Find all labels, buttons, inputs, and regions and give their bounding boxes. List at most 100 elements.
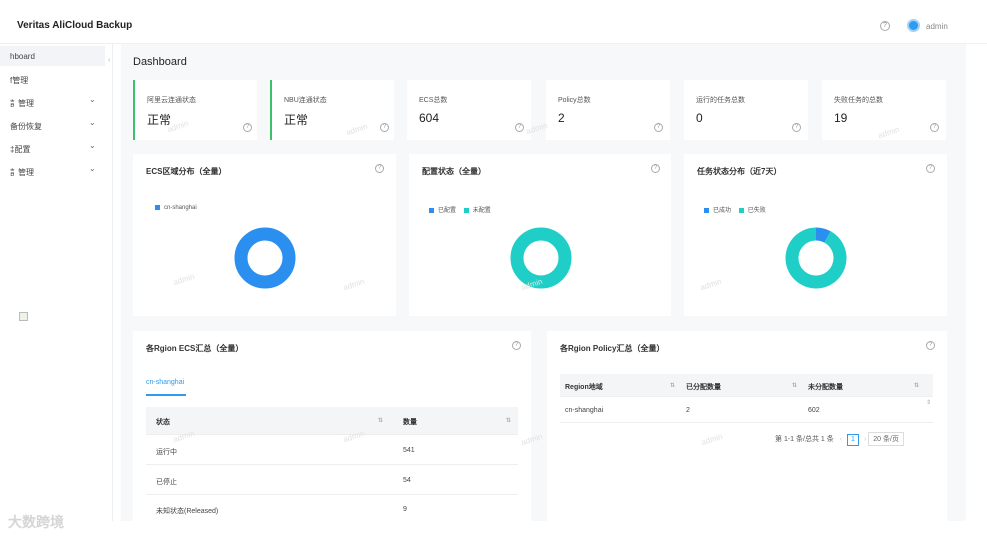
legend-item[interactable]: 已成功 bbox=[704, 207, 732, 214]
chevron-down-icon: ⌄ bbox=[89, 164, 96, 173]
sort-icon[interactable]: ⇅ bbox=[792, 382, 797, 389]
sidebar-item-3[interactable]: 訁管理 ⌄ bbox=[0, 92, 105, 112]
sort-icon[interactable]: ⇅ bbox=[378, 417, 383, 424]
cell-count: 54 bbox=[403, 477, 411, 484]
help-icon[interactable]: ? bbox=[926, 164, 935, 173]
panel-ecs-summary: 各Rgion ECS汇总（全量） ? cn-shanghai 状态 ⇅ 数量 ⇅… bbox=[133, 331, 531, 521]
stat-label: 运行的任务总数 bbox=[696, 97, 745, 104]
legend-item[interactable]: cn-shanghai bbox=[155, 205, 197, 211]
sidebar-item-label: 訁管理 bbox=[10, 99, 34, 108]
chart-legend: 已成功 已失败 bbox=[704, 205, 772, 214]
avatar[interactable] bbox=[907, 19, 920, 32]
help-icon[interactable]: ? bbox=[380, 123, 389, 132]
donut-ecs-region bbox=[234, 227, 296, 289]
help-icon[interactable]: ? bbox=[792, 123, 801, 132]
stat-label: 失败任务的总数 bbox=[834, 97, 883, 104]
help-icon[interactable]: ? bbox=[651, 164, 660, 173]
stat-value: 2 bbox=[558, 111, 565, 125]
stat-card-aliyun-status: 阿里云连通状态 正常 ? bbox=[133, 80, 257, 140]
cell-count: 541 bbox=[403, 447, 415, 454]
page-title: Dashboard bbox=[133, 56, 187, 68]
panel-title: 任务状态分布（近7天） bbox=[697, 167, 782, 176]
sidebar-item-dashboard[interactable]: hboard bbox=[0, 46, 105, 66]
sidebar-item-config[interactable]: ‡配置 ⌄ bbox=[0, 138, 105, 158]
sidebar-item-backup-restore[interactable]: 备份恢复 ⌄ bbox=[0, 115, 105, 135]
user-name[interactable]: admin bbox=[926, 22, 948, 31]
column-header[interactable]: 数量 bbox=[403, 417, 417, 427]
legend-swatch bbox=[429, 207, 434, 213]
sidebar-item-2[interactable]: f管理 bbox=[0, 69, 105, 89]
stat-value: 正常 bbox=[147, 113, 172, 127]
prev-page-icon[interactable]: ‹ bbox=[840, 436, 842, 443]
scrollbar[interactable]: ⇕ bbox=[926, 399, 931, 406]
help-icon[interactable]: ? bbox=[880, 21, 890, 31]
sidebar-item-label: 訁管理 bbox=[10, 168, 34, 177]
donut-task-status bbox=[785, 227, 847, 289]
sidebar-item-6[interactable]: 訁管理 ⌄ bbox=[0, 161, 105, 181]
table-row: 已停止 54 bbox=[146, 465, 518, 495]
legend-label: cn-shanghai bbox=[164, 205, 197, 212]
tab-cn-shanghai[interactable]: cn-shanghai bbox=[146, 379, 184, 386]
chart-legend: 已配置 未配置 bbox=[429, 205, 497, 214]
collapse-sidebar-icon[interactable]: ‹ bbox=[108, 55, 111, 64]
page-size-select[interactable]: 20 条/页 bbox=[868, 432, 904, 446]
stat-card-failed-tasks: 失败任务的总数 19 ? bbox=[822, 80, 946, 140]
help-icon[interactable]: ? bbox=[654, 123, 663, 132]
donut-slice-已成功[interactable] bbox=[815, 227, 831, 243]
column-header[interactable]: 已分配数量 bbox=[686, 382, 721, 392]
sort-icon[interactable]: ⇅ bbox=[670, 382, 675, 389]
stat-card-policy-total: Policy总数 2 ? bbox=[546, 80, 670, 140]
legend-label: 已成功 bbox=[713, 208, 732, 214]
sort-icon[interactable]: ⇅ bbox=[506, 417, 511, 424]
legend-item[interactable]: 已配置 bbox=[429, 207, 457, 214]
cell-status: 运行中 bbox=[156, 449, 177, 456]
panel-title: 各Rgion Policy汇总（全量） bbox=[560, 344, 665, 353]
chevron-down-icon: ⌄ bbox=[89, 118, 96, 127]
sidebar-item-label: hboard bbox=[10, 52, 35, 61]
help-icon[interactable]: ? bbox=[243, 123, 252, 132]
sidebar-item-label: 备份恢复 bbox=[10, 122, 42, 131]
legend-label: 已配置 bbox=[438, 208, 457, 214]
next-page-icon[interactable]: › bbox=[864, 436, 866, 443]
donut-slice-未配置[interactable] bbox=[510, 227, 572, 289]
main-content: Dashboard 阿里云连通状态 正常 ? NBU连通状态 正常 ? ECS总… bbox=[121, 44, 966, 521]
stat-card-ecs-total: ECS总数 604 ? bbox=[407, 80, 531, 140]
table-header: Region地域 ⇅ 已分配数量 ⇅ 未分配数量 ⇅ bbox=[560, 374, 933, 397]
help-icon[interactable]: ? bbox=[515, 123, 524, 132]
top-bar: Veritas AliCloud Backup ? admin bbox=[0, 0, 987, 44]
legend-label: 已失败 bbox=[747, 208, 766, 214]
help-icon[interactable]: ? bbox=[512, 341, 521, 350]
panel-ecs-region: ECS区域分布（全量） ? cn-shanghai bbox=[133, 154, 396, 316]
help-icon[interactable]: ? bbox=[375, 164, 384, 173]
legend-item[interactable]: 已失败 bbox=[738, 207, 766, 214]
sidebar: ‹ hboard f管理 訁管理 ⌄ 备份恢复 ⌄ ‡配置 ⌄ 訁管理 ⌄ bbox=[0, 44, 113, 521]
legend-swatch bbox=[704, 207, 709, 213]
chevron-down-icon: ⌄ bbox=[89, 95, 96, 104]
tab-underline bbox=[146, 394, 186, 396]
help-icon[interactable]: ? bbox=[926, 341, 935, 350]
chart-legend: cn-shanghai bbox=[155, 205, 203, 211]
column-header[interactable]: 状态 bbox=[156, 417, 170, 427]
stat-label: 阿里云连通状态 bbox=[147, 97, 196, 104]
help-icon[interactable]: ? bbox=[930, 123, 939, 132]
page-number-current[interactable]: 1 bbox=[846, 434, 859, 446]
broken-image-icon bbox=[19, 312, 28, 321]
sidebar-item-label: ‡配置 bbox=[10, 145, 31, 154]
table-row: cn-shanghai 2 602 ⇕ bbox=[560, 397, 933, 423]
stat-label: ECS总数 bbox=[419, 97, 448, 104]
panel-policy-summary: 各Rgion Policy汇总（全量） ? Region地域 ⇅ 已分配数量 ⇅… bbox=[547, 331, 947, 521]
legend-item[interactable]: 未配置 bbox=[463, 207, 491, 214]
sidebar-item-label: f管理 bbox=[10, 76, 29, 85]
donut-slice-cn-shanghai[interactable] bbox=[234, 227, 296, 289]
stat-card-nbu-status: NBU连通状态 正常 ? bbox=[270, 80, 394, 140]
donut-slice-已失败[interactable] bbox=[785, 227, 847, 289]
panel-config-status: 配置状态（全量） ? 已配置 未配置 bbox=[409, 154, 671, 316]
sort-icon[interactable]: ⇅ bbox=[914, 382, 919, 389]
donut-config-status bbox=[510, 227, 572, 289]
column-header[interactable]: 未分配数量 bbox=[808, 382, 843, 392]
brand-watermark-logo: 大数跨境 bbox=[8, 514, 64, 530]
chevron-down-icon: ⌄ bbox=[89, 141, 96, 150]
column-header[interactable]: Region地域 bbox=[565, 382, 603, 392]
cell-count: 9 bbox=[403, 506, 407, 513]
pagination-total: 第 1-1 条/总共 1 条 bbox=[775, 436, 834, 443]
